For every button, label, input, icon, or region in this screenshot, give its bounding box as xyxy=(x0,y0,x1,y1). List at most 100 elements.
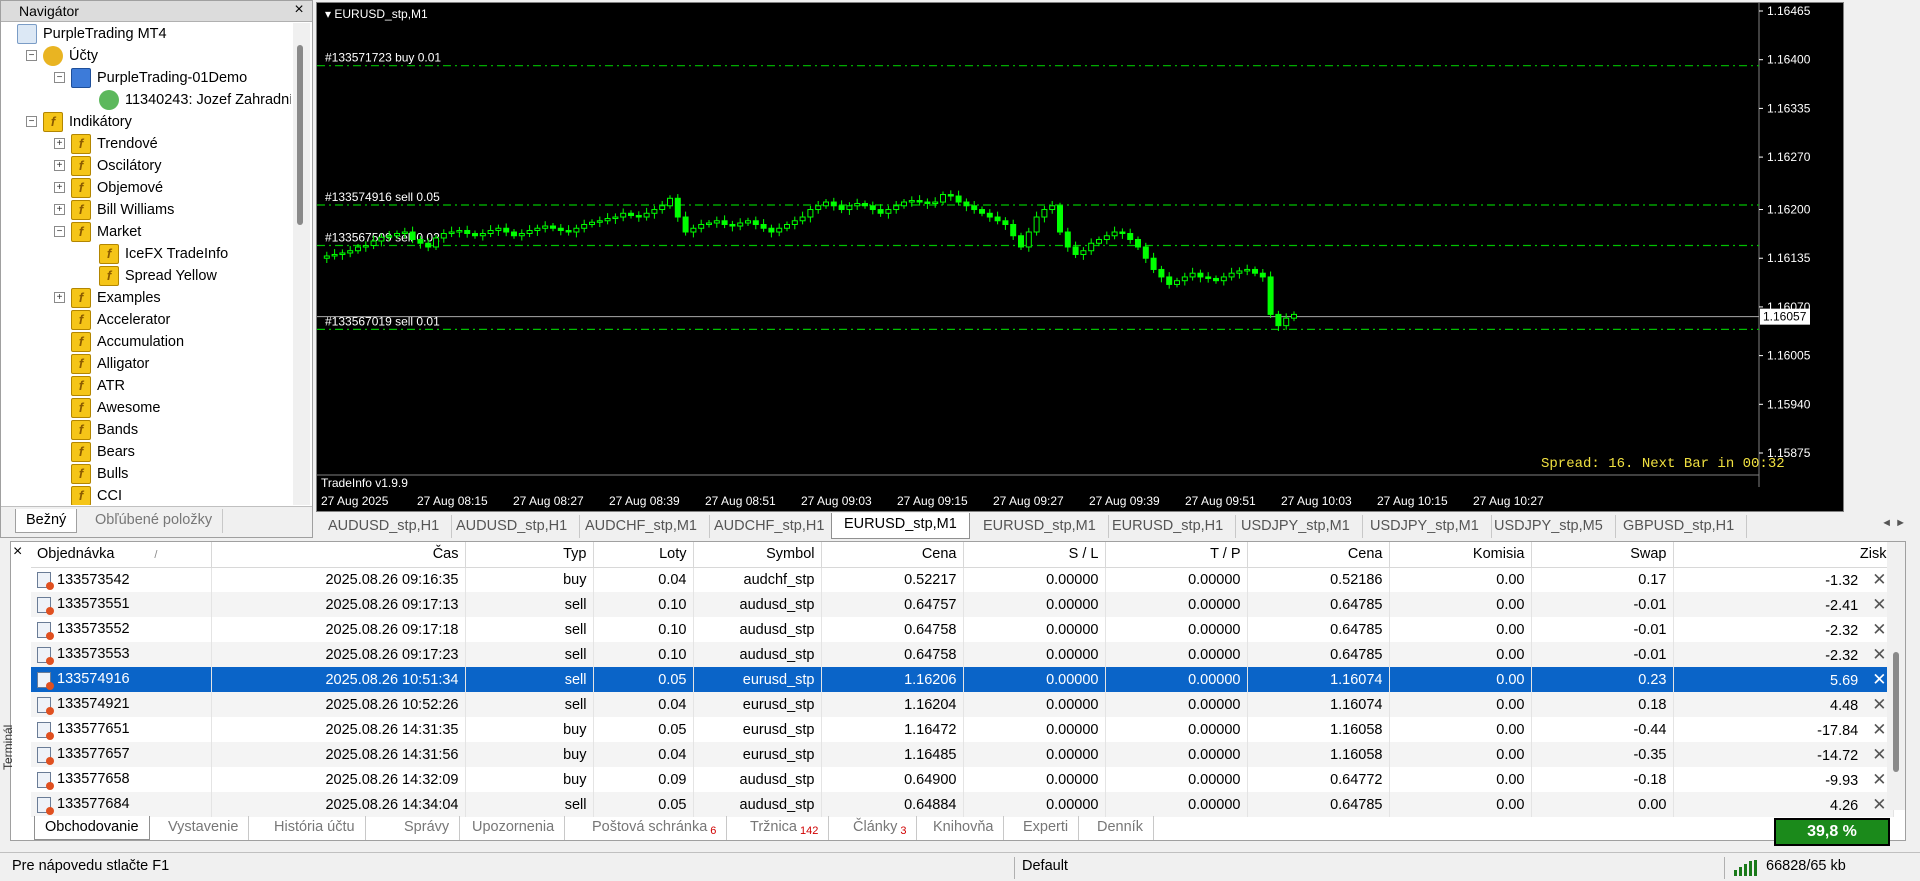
tree-item[interactable]: − Účty xyxy=(15,45,291,67)
column-header[interactable]: Symbol xyxy=(693,542,822,568)
table-row[interactable]: 133577651 2025.08.26 14:31:35 buy 0.05 eurus… xyxy=(31,717,1894,742)
close-order-icon[interactable]: ✕ xyxy=(1872,795,1886,815)
terminal-tab[interactable]: Správy xyxy=(394,816,461,840)
tree-item[interactable]: f Awesome xyxy=(15,397,291,419)
table-header: Objednávka / Čas Typ Loty Symbol Cena S / L T / … xyxy=(31,542,1894,568)
tree-item[interactable]: f ATR xyxy=(15,375,291,397)
terminal-tab[interactable]: Obchodovanie xyxy=(34,816,150,840)
terminal-scroll-thumb[interactable] xyxy=(1893,652,1899,772)
tree-item[interactable]: − f Indikátory xyxy=(15,111,291,133)
table-cell: 0.64884 xyxy=(821,792,964,817)
table-row[interactable]: 133573553 2025.08.26 09:17:23 sell 0.10 audu… xyxy=(31,642,1894,667)
chart-tab[interactable]: AUDUSD_stp,H1 xyxy=(316,515,453,538)
collapse-icon[interactable]: − xyxy=(26,50,37,61)
tree-item[interactable]: f Alligator xyxy=(15,353,291,375)
tree-item[interactable]: f Accelerator xyxy=(15,309,291,331)
terminal-tab[interactable]: História účtu xyxy=(264,816,366,840)
close-order-icon[interactable]: ✕ xyxy=(1872,620,1886,640)
tree-item[interactable]: + f Bill Williams xyxy=(15,199,291,221)
expand-icon[interactable]: + xyxy=(54,182,65,193)
tree-item[interactable]: PurpleTrading MT4 xyxy=(15,23,291,45)
tree-item[interactable]: + f Trendové xyxy=(15,133,291,155)
terminal-tab[interactable]: Upozornenia xyxy=(462,816,566,840)
tree-item[interactable]: f CCI xyxy=(15,485,291,505)
chart-tab[interactable]: EURUSD_stp,M1 xyxy=(831,513,970,539)
tree-item[interactable]: f Accumulation xyxy=(15,331,291,353)
table-row[interactable]: 133574921 2025.08.26 10:52:26 sell 0.04 euru… xyxy=(31,692,1894,717)
expand-icon[interactable]: + xyxy=(54,292,65,303)
chart-tab-scroll-arrows[interactable]: ◄ ► xyxy=(1881,517,1906,529)
expand-icon[interactable]: + xyxy=(54,138,65,149)
column-header[interactable]: S / L xyxy=(963,542,1106,568)
tree-item[interactable]: + f Examples xyxy=(15,287,291,309)
expand-icon[interactable]: + xyxy=(54,204,65,215)
chart-tab[interactable]: USDJPY_stp,M5 xyxy=(1482,515,1616,538)
collapse-icon[interactable]: − xyxy=(26,116,37,127)
close-order-icon[interactable]: ✕ xyxy=(1872,595,1886,615)
table-row[interactable]: 133573551 2025.08.26 09:17:13 sell 0.10 audu… xyxy=(31,592,1894,617)
chart-tab[interactable]: USDJPY_stp,M1 xyxy=(1229,515,1363,538)
column-header[interactable]: Cena xyxy=(1247,542,1390,568)
navigator-scroll-thumb[interactable] xyxy=(297,45,303,225)
column-header[interactable]: Loty xyxy=(593,542,694,568)
cell-value: 0.10 xyxy=(658,596,687,613)
column-header[interactable]: Cena xyxy=(821,542,964,568)
chart-title: ▾ EURUSD_stp,M1 xyxy=(325,7,428,21)
column-header[interactable]: Čas xyxy=(211,542,466,568)
close-order-icon[interactable]: ✕ xyxy=(1872,770,1886,790)
column-header[interactable]: Typ xyxy=(465,542,594,568)
price-tick-label: 1.16400 xyxy=(1767,53,1811,67)
collapse-icon[interactable]: − xyxy=(54,226,65,237)
tree-item[interactable]: 11340243: Jozef Zahradník xyxy=(15,89,291,111)
close-order-icon[interactable]: ✕ xyxy=(1872,670,1886,690)
close-order-icon[interactable]: ✕ xyxy=(1872,720,1886,740)
column-header[interactable]: Komisia xyxy=(1389,542,1532,568)
status-profile[interactable]: Default xyxy=(1022,858,1068,874)
terminal-tab[interactable]: Knihovňa xyxy=(923,816,1005,840)
close-icon[interactable]: × xyxy=(290,1,308,21)
close-icon[interactable]: × xyxy=(13,543,22,561)
chart-tab[interactable]: EURUSD_stp,H1 xyxy=(1100,515,1237,538)
tab-common[interactable]: Bežný xyxy=(15,509,78,533)
chart-tab[interactable]: GBPUSD_stp,H1 xyxy=(1611,515,1748,538)
close-order-icon[interactable]: ✕ xyxy=(1872,645,1886,665)
table-row[interactable]: 133577657 2025.08.26 14:31:56 buy 0.04 eurus… xyxy=(31,742,1894,767)
column-header[interactable]: Zisk xyxy=(1673,542,1894,568)
chart-tab[interactable]: AUDUSD_stp,H1 xyxy=(444,515,581,538)
terminal-tab[interactable]: Denník xyxy=(1087,816,1154,840)
tree-item[interactable]: f IceFX TradeInfo xyxy=(15,243,291,265)
table-row[interactable]: 133573552 2025.08.26 09:17:18 sell 0.10 audu… xyxy=(31,617,1894,642)
close-order-icon[interactable]: ✕ xyxy=(1872,570,1886,590)
close-order-icon[interactable]: ✕ xyxy=(1872,695,1886,715)
tree-item[interactable]: f Bands xyxy=(15,419,291,441)
tree-item[interactable]: + f Oscilátory xyxy=(15,155,291,177)
tree-item[interactable]: − PurpleTrading-01Demo xyxy=(15,67,291,89)
column-header[interactable]: Swap xyxy=(1531,542,1674,568)
table-row[interactable]: 133573542 2025.08.26 09:16:35 buy 0.04 audch… xyxy=(31,567,1894,592)
tree-item[interactable]: + f Objemové xyxy=(15,177,291,199)
terminal-tab[interactable]: Tržnica 142 xyxy=(740,816,830,840)
price-chart[interactable]: 1.16465 1.16400 1.16335 1.16270 1.16200 1.161… xyxy=(316,2,1844,512)
collapse-icon[interactable]: − xyxy=(54,72,65,83)
table-row[interactable]: 133577658 2025.08.26 14:32:09 buy 0.09 audus… xyxy=(31,767,1894,792)
column-header[interactable]: T / P xyxy=(1105,542,1248,568)
chart-tab[interactable]: EURUSD_stp,M1 xyxy=(971,515,1109,538)
terminal-tab[interactable]: Vystavenie xyxy=(158,816,250,840)
expand-icon[interactable]: + xyxy=(54,160,65,171)
terminal-tab[interactable]: Články 3 xyxy=(843,816,918,840)
chart-tab[interactable]: USDJPY_stp,M1 xyxy=(1358,515,1492,538)
terminal-tab[interactable]: Experti xyxy=(1013,816,1080,840)
table-row[interactable]: 133574916 2025.08.26 10:51:34 sell 0.05 euru… xyxy=(31,667,1894,692)
tree-item[interactable]: f Bulls xyxy=(15,463,291,485)
tree-item[interactable]: f Bears xyxy=(15,441,291,463)
tree-item[interactable]: f Spread Yellow xyxy=(15,265,291,287)
tree-item[interactable]: − f Market xyxy=(15,221,291,243)
column-header[interactable]: Objednávka / xyxy=(31,542,212,568)
close-order-icon[interactable]: ✕ xyxy=(1872,745,1886,765)
terminal-tab[interactable]: Poštová schránka 6 xyxy=(582,816,728,840)
tab-favorites[interactable]: Obľúbené položky xyxy=(85,509,224,533)
chart-tab[interactable]: AUDCHF_stp,H1 xyxy=(702,515,838,538)
chart-tab[interactable]: AUDCHF_stp,M1 xyxy=(573,515,710,538)
chart-canvas[interactable]: 1.16465 1.16400 1.16335 1.16270 1.16200 1.161… xyxy=(317,3,1845,513)
table-row[interactable]: 133577684 2025.08.26 14:34:04 sell 0.05 audu… xyxy=(31,792,1894,817)
